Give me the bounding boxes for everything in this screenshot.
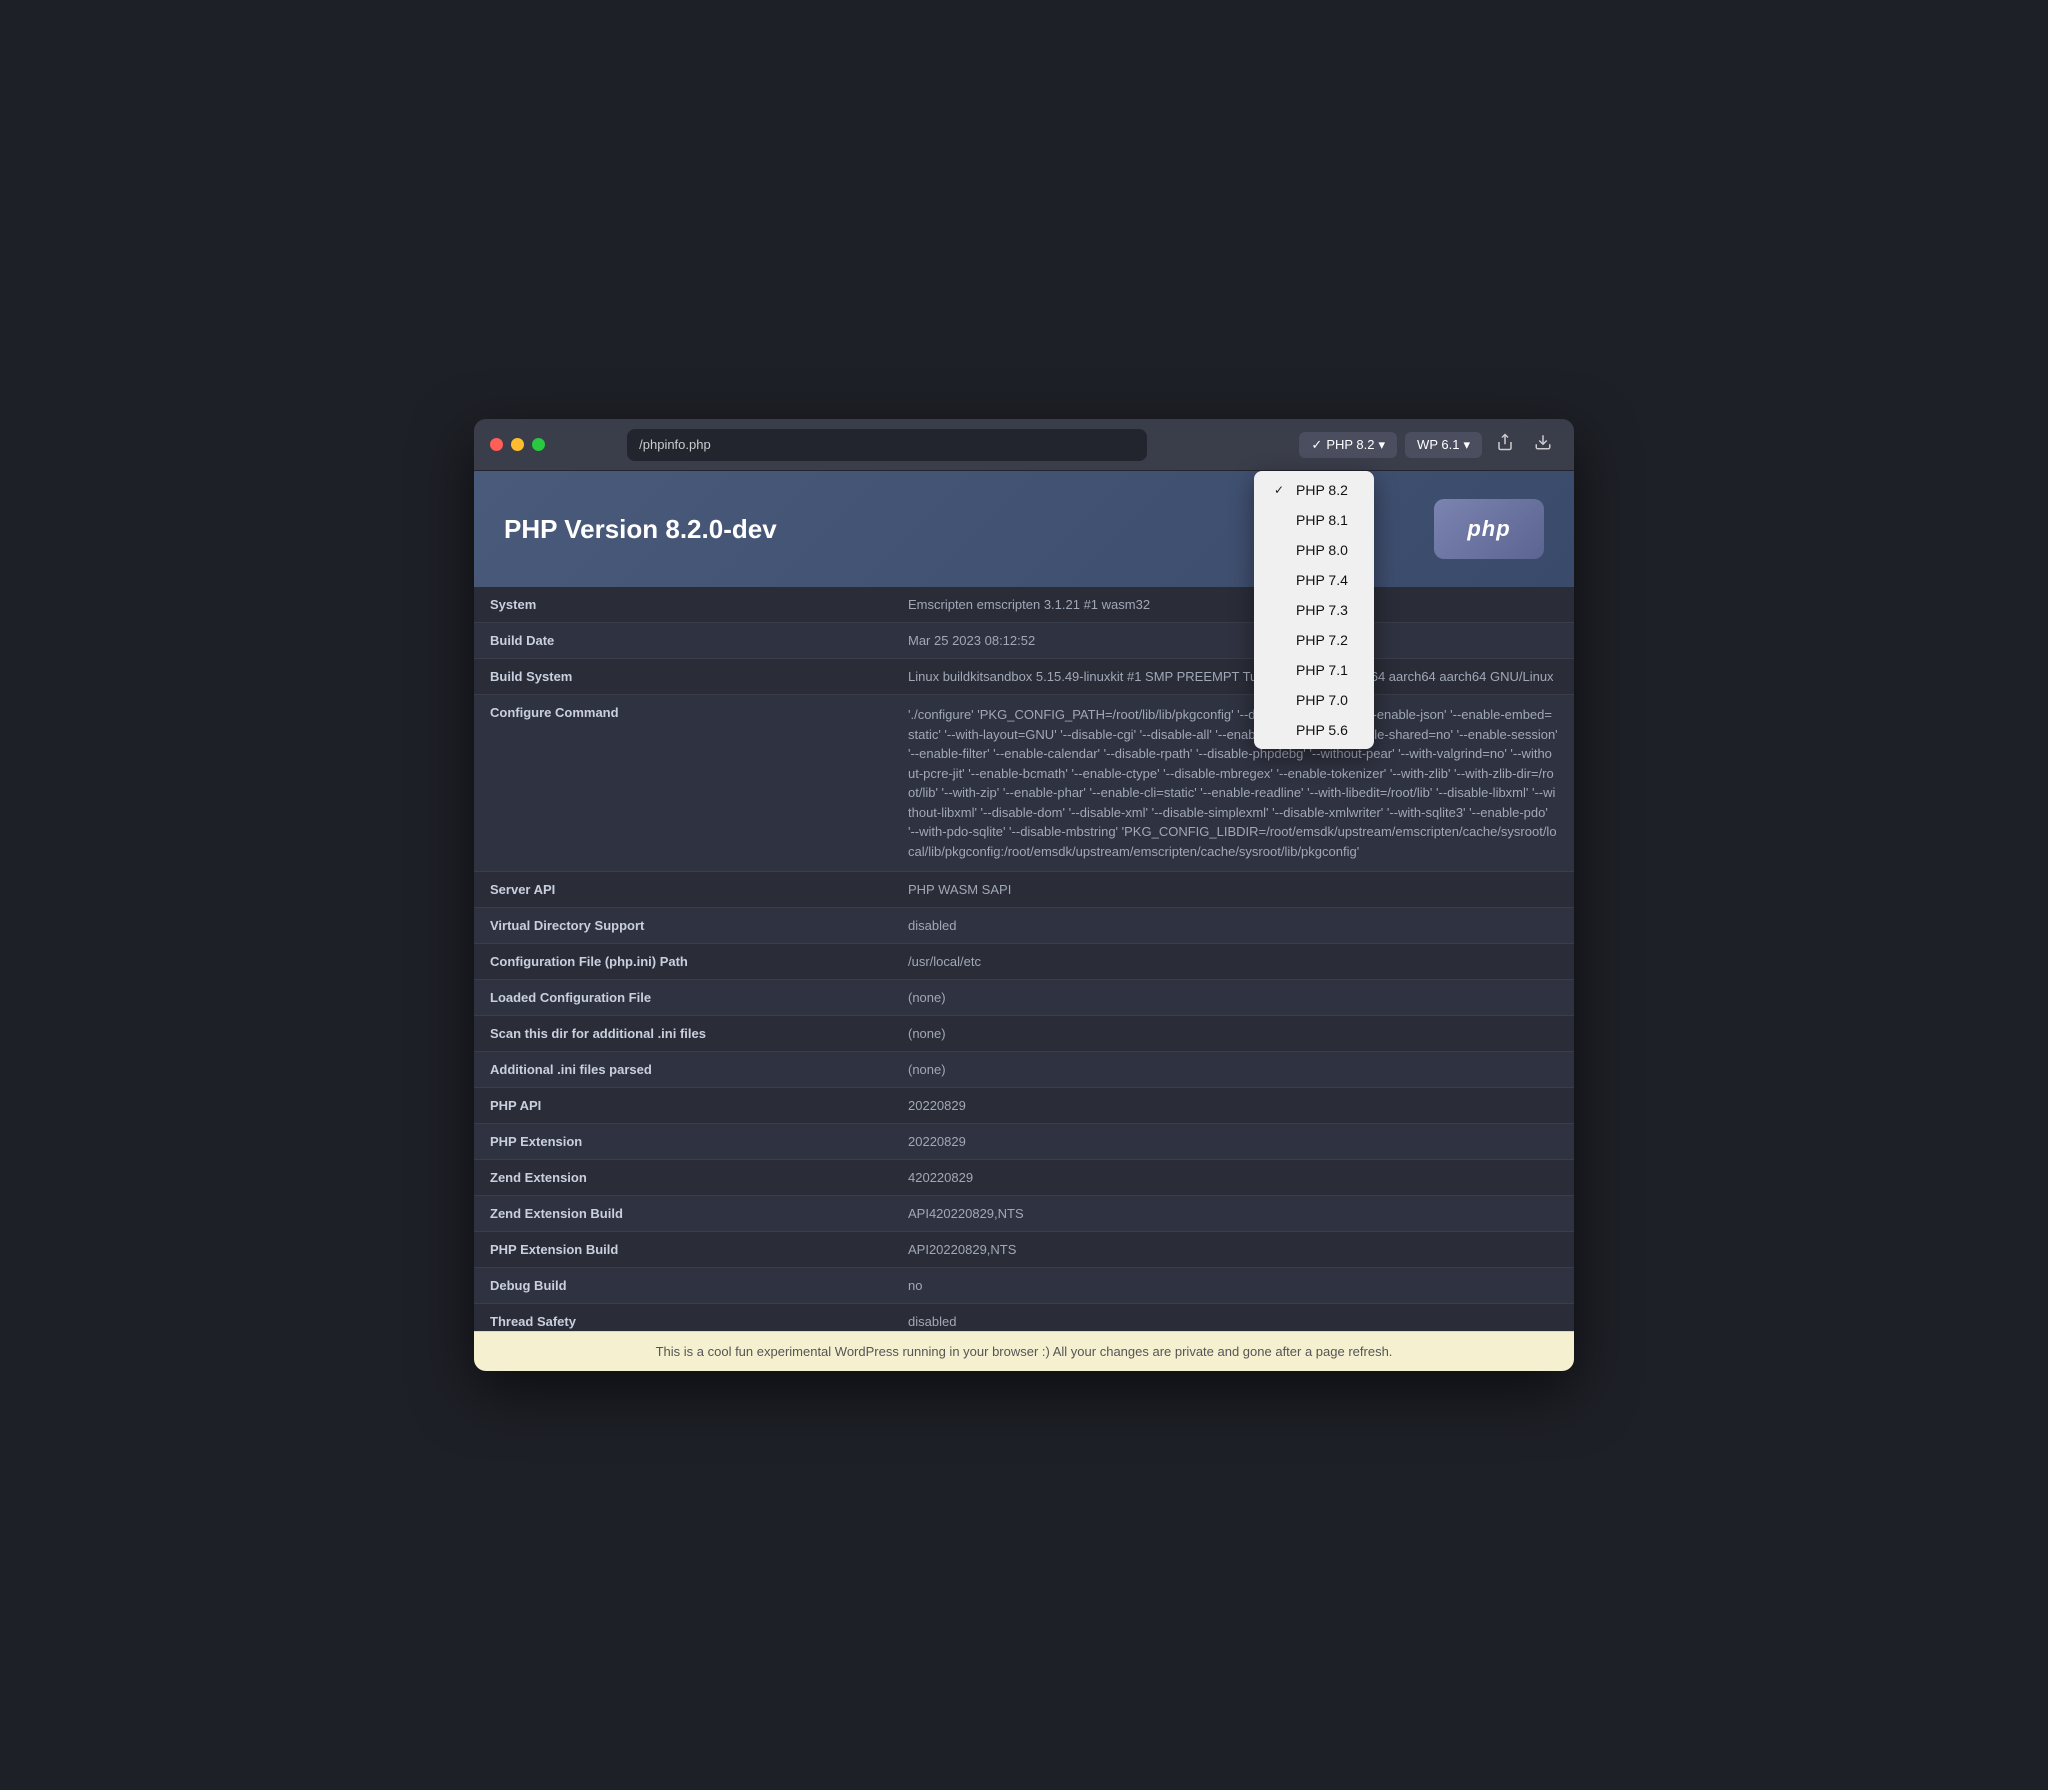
- titlebar-right: ✓ PHP 8.2 ▾ WP 6.1 ▾: [1299, 429, 1558, 460]
- table-key: Virtual Directory Support: [474, 908, 892, 944]
- php-option-label: PHP 7.2: [1296, 632, 1348, 648]
- table-value: Linux buildkitsandbox 5.15.49-linuxkit #…: [892, 659, 1574, 695]
- table-row: Zend Extension420220829: [474, 1160, 1574, 1196]
- table-key: PHP Extension Build: [474, 1232, 892, 1268]
- table-value: (none): [892, 1016, 1574, 1052]
- php-logo-text: php: [1467, 516, 1510, 542]
- traffic-lights: [490, 438, 545, 451]
- table-value: Emscripten emscripten 3.1.21 #1 wasm32: [892, 587, 1574, 623]
- maximize-button[interactable]: [532, 438, 545, 451]
- php-option-label: PHP 5.6: [1296, 722, 1348, 738]
- php-dropdown-item-71[interactable]: PHP 7.1: [1254, 655, 1374, 685]
- table-value: disabled: [892, 1304, 1574, 1332]
- wp-version-dropdown-button[interactable]: WP 6.1 ▾: [1405, 432, 1482, 458]
- php-header-banner: PHP Version 8.2.0-dev php: [474, 471, 1574, 587]
- php-dropdown-item-72[interactable]: PHP 7.2: [1254, 625, 1374, 655]
- table-row: PHP API20220829: [474, 1088, 1574, 1124]
- table-key: Build System: [474, 659, 892, 695]
- table-value: './configure' 'PKG_CONFIG_PATH=/root/lib…: [892, 695, 1574, 872]
- php-version-title: PHP Version 8.2.0-dev: [504, 514, 777, 545]
- php-option-label: PHP 7.0: [1296, 692, 1348, 708]
- table-row: SystemEmscripten emscripten 3.1.21 #1 wa…: [474, 587, 1574, 623]
- table-value: no: [892, 1268, 1574, 1304]
- main-content: PHP Version 8.2.0-dev php SystemEmscript…: [474, 471, 1574, 1331]
- php-version-label: PHP 8.2: [1326, 437, 1374, 452]
- php-version-dropdown-button[interactable]: ✓ PHP 8.2 ▾: [1299, 432, 1397, 458]
- table-row: PHP Extension BuildAPI20220829,NTS: [474, 1232, 1574, 1268]
- wp-version-label: WP 6.1: [1417, 437, 1459, 452]
- table-value: (none): [892, 980, 1574, 1016]
- table-value: 20220829: [892, 1088, 1574, 1124]
- table-row: Additional .ini files parsed(none): [474, 1052, 1574, 1088]
- checkmark-icon: ✓: [1311, 437, 1322, 453]
- footer-bar: This is a cool fun experimental WordPres…: [474, 1331, 1574, 1371]
- table-key: PHP Extension: [474, 1124, 892, 1160]
- php-dropdown-item-74[interactable]: PHP 7.4: [1254, 565, 1374, 595]
- chevron-down-icon-wp: ▾: [1463, 437, 1470, 453]
- table-row: Zend Extension BuildAPI420220829,NTS: [474, 1196, 1574, 1232]
- download-button[interactable]: [1528, 429, 1558, 460]
- table-value: disabled: [892, 908, 1574, 944]
- table-key: Configuration File (php.ini) Path: [474, 944, 892, 980]
- table-value: Mar 25 2023 08:12:52: [892, 623, 1574, 659]
- php-option-label: PHP 8.0: [1296, 542, 1348, 558]
- close-button[interactable]: [490, 438, 503, 451]
- php-dropdown-item-81[interactable]: PHP 8.1: [1254, 505, 1374, 535]
- table-key: System: [474, 587, 892, 623]
- titlebar: /phpinfo.php ✓ PHP 8.2 ▾ WP 6.1 ▾: [474, 419, 1574, 471]
- table-value: /usr/local/etc: [892, 944, 1574, 980]
- table-key: Zend Extension Build: [474, 1196, 892, 1232]
- selected-check-icon: ✓: [1274, 483, 1288, 497]
- table-key: Additional .ini files parsed: [474, 1052, 892, 1088]
- table-key: Scan this dir for additional .ini files: [474, 1016, 892, 1052]
- chevron-down-icon: ▾: [1379, 437, 1386, 453]
- table-row: Debug Buildno: [474, 1268, 1574, 1304]
- php-dropdown-item-73[interactable]: PHP 7.3: [1254, 595, 1374, 625]
- php-version-dropdown: ✓ PHP 8.2 PHP 8.1 PHP 8.0 PHP 7.4 PHP 7.…: [1254, 471, 1374, 749]
- php-option-label: PHP 8.1: [1296, 512, 1348, 528]
- table-value: API420220829,NTS: [892, 1196, 1574, 1232]
- table-row: Loaded Configuration File(none): [474, 980, 1574, 1016]
- table-row: Thread Safetydisabled: [474, 1304, 1574, 1332]
- php-dropdown-item-70[interactable]: PHP 7.0: [1254, 685, 1374, 715]
- table-value: (none): [892, 1052, 1574, 1088]
- url-bar[interactable]: /phpinfo.php: [627, 429, 1147, 461]
- table-value: 20220829: [892, 1124, 1574, 1160]
- table-row: Virtual Directory Supportdisabled: [474, 908, 1574, 944]
- php-option-label: PHP 7.3: [1296, 602, 1348, 618]
- table-key: Thread Safety: [474, 1304, 892, 1332]
- php-dropdown-item-80[interactable]: PHP 8.0: [1254, 535, 1374, 565]
- table-value: 420220829: [892, 1160, 1574, 1196]
- table-row: Scan this dir for additional .ini files(…: [474, 1016, 1574, 1052]
- table-row: PHP Extension20220829: [474, 1124, 1574, 1160]
- table-key: Debug Build: [474, 1268, 892, 1304]
- minimize-button[interactable]: [511, 438, 524, 451]
- php-option-label: PHP 7.4: [1296, 572, 1348, 588]
- table-key: Configure Command: [474, 695, 892, 872]
- table-row: Configure Command'./configure' 'PKG_CONF…: [474, 695, 1574, 872]
- table-key: Loaded Configuration File: [474, 980, 892, 1016]
- table-value: API20220829,NTS: [892, 1232, 1574, 1268]
- php-dropdown-item-56[interactable]: PHP 5.6: [1254, 715, 1374, 745]
- php-dropdown-item-82[interactable]: ✓ PHP 8.2: [1254, 475, 1374, 505]
- table-row: Server APIPHP WASM SAPI: [474, 872, 1574, 908]
- table-key: Zend Extension: [474, 1160, 892, 1196]
- php-option-label: PHP 7.1: [1296, 662, 1348, 678]
- php-logo: php: [1434, 499, 1544, 559]
- phpinfo-table: SystemEmscripten emscripten 3.1.21 #1 wa…: [474, 587, 1574, 1331]
- table-row: Build DateMar 25 2023 08:12:52: [474, 623, 1574, 659]
- app-window: /phpinfo.php ✓ PHP 8.2 ▾ WP 6.1 ▾: [474, 419, 1574, 1371]
- table-value: PHP WASM SAPI: [892, 872, 1574, 908]
- table-key: PHP API: [474, 1088, 892, 1124]
- table-key: Build Date: [474, 623, 892, 659]
- footer-text: This is a cool fun experimental WordPres…: [656, 1344, 1393, 1359]
- table-row: Configuration File (php.ini) Path/usr/lo…: [474, 944, 1574, 980]
- table-key: Server API: [474, 872, 892, 908]
- url-text: /phpinfo.php: [639, 437, 711, 452]
- php-option-label: PHP 8.2: [1296, 482, 1348, 498]
- table-row: Build SystemLinux buildkitsandbox 5.15.4…: [474, 659, 1574, 695]
- share-button[interactable]: [1490, 429, 1520, 460]
